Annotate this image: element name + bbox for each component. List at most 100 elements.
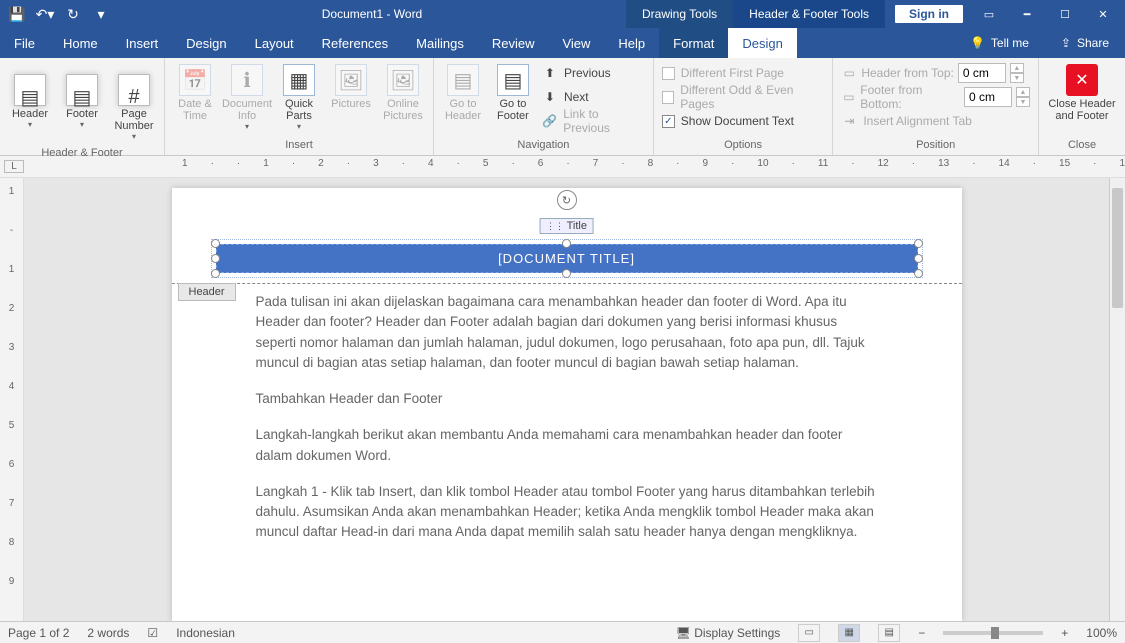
resize-handle[interactable] (914, 254, 923, 263)
scrollbar-thumb[interactable] (1112, 188, 1123, 308)
footer-bottom-input[interactable] (964, 87, 1012, 107)
tab-help[interactable]: Help (604, 28, 659, 58)
tab-file[interactable]: File (0, 28, 49, 58)
tab-review[interactable]: Review (478, 28, 549, 58)
language-status[interactable]: Indonesian (176, 626, 235, 640)
tab-format[interactable]: Format (659, 28, 728, 58)
quick-parts-button[interactable]: ▦Quick Parts▾ (273, 60, 325, 135)
bulb-icon: 💡 (970, 36, 985, 50)
step-up-icon[interactable]: ▲ (1016, 87, 1030, 97)
online-pictures-button[interactable]: 🖼Online Pictures (377, 60, 429, 126)
horizontal-ruler[interactable]: L 1··1·2·3·4·5·6·7·8·9·10·11·12·13·14·15… (0, 156, 1125, 178)
down-arrow-icon: ⬇ (542, 89, 558, 105)
sign-in-button[interactable]: Sign in (895, 5, 963, 23)
tab-design[interactable]: Design (172, 28, 240, 58)
tab-layout[interactable]: Layout (241, 28, 308, 58)
maximize-icon[interactable]: ☐ (1053, 2, 1077, 26)
tab-icon: ⇥ (841, 113, 857, 129)
group-label: Header & Footer (4, 145, 160, 163)
document-info-button[interactable]: ℹDocument Info▾ (221, 60, 273, 135)
tell-me-button[interactable]: 💡Tell me (954, 28, 1045, 58)
rotate-handle-icon[interactable]: ↻ (557, 190, 577, 210)
zoom-out-icon[interactable]: − (918, 626, 925, 640)
share-icon: ⇪ (1061, 36, 1071, 50)
zoom-thumb[interactable] (991, 627, 999, 639)
zoom-level[interactable]: 100% (1086, 626, 1117, 640)
quick-access-toolbar: 💾 ↶▾ ↻ ▾ (0, 0, 118, 28)
link-previous-button: 🔗Link to Previous (542, 110, 645, 132)
proofing-icon[interactable]: ☑ (147, 626, 158, 640)
page[interactable]: ↻ ⋮⋮ Title [DOCUMENT TITLE] Header Pada … (172, 188, 962, 621)
group-header-footer: ▤Header▾ ▤Footer▾ #Page Number▾ Header &… (0, 58, 165, 155)
picture-icon: 🖼 (335, 64, 367, 96)
footer-from-bottom-spinner[interactable]: ▭ Footer from Bottom: ▲▼ (841, 86, 1030, 108)
word-count[interactable]: 2 words (87, 626, 129, 640)
vertical-ruler[interactable]: 1-123456789 (0, 178, 24, 621)
ribbon: ▤Header▾ ▤Footer▾ #Page Number▾ Header &… (0, 58, 1125, 156)
insert-alignment-tab-button: ⇥Insert Alignment Tab (841, 110, 1030, 132)
header-tag[interactable]: Header (178, 283, 236, 301)
paragraph[interactable]: Pada tulisan ini akan dijelaskan bagaima… (256, 292, 878, 373)
page-number-button[interactable]: #Page Number▾ (108, 60, 160, 145)
context-tab-drawing[interactable]: Drawing Tools (626, 0, 733, 28)
document-body[interactable]: Pada tulisan ini akan dijelaskan bagaima… (172, 284, 962, 579)
close-header-footer-button[interactable]: ✕Close Header and Footer (1043, 60, 1121, 126)
resize-handle[interactable] (211, 239, 220, 248)
display-settings-button[interactable]: 🖥 Display Settings (676, 626, 781, 640)
title-shape[interactable]: [DOCUMENT TITLE] (216, 244, 918, 273)
resize-handle[interactable] (914, 239, 923, 248)
tab-references[interactable]: References (308, 28, 402, 58)
page-count[interactable]: Page 1 of 2 (8, 626, 69, 640)
resize-handle[interactable] (211, 269, 220, 278)
header-icon: ▤ (14, 74, 46, 106)
tab-view[interactable]: View (548, 28, 604, 58)
redo-icon[interactable]: ↻ (62, 3, 84, 25)
step-down-icon[interactable]: ▼ (1016, 97, 1030, 107)
title-bar: 💾 ↶▾ ↻ ▾ Document1 - Word Drawing Tools … (0, 0, 1125, 28)
resize-handle[interactable] (211, 254, 220, 263)
resize-handle[interactable] (914, 269, 923, 278)
share-button[interactable]: ⇪Share (1045, 28, 1125, 58)
ribbon-display-icon[interactable]: ▭ (977, 2, 1001, 26)
zoom-in-icon[interactable]: + (1061, 626, 1068, 640)
page-canvas[interactable]: ↻ ⋮⋮ Title [DOCUMENT TITLE] Header Pada … (24, 178, 1109, 621)
zoom-slider[interactable] (943, 631, 1043, 635)
close-window-icon[interactable]: ✕ (1091, 2, 1115, 26)
tab-design-hf[interactable]: Design (728, 28, 796, 58)
paragraph[interactable]: Tambahkan Header dan Footer (256, 389, 878, 409)
quick-parts-icon: ▦ (283, 64, 315, 96)
close-icon: ✕ (1066, 64, 1098, 96)
header-from-top-spinner[interactable]: ▭ Header from Top: ▲▼ (841, 62, 1030, 84)
footer-button[interactable]: ▤Footer▾ (56, 60, 108, 133)
date-time-button[interactable]: 📅Date & Time (169, 60, 221, 126)
resize-handle[interactable] (562, 239, 571, 248)
header-button[interactable]: ▤Header▾ (4, 60, 56, 133)
previous-button[interactable]: ⬆Previous (542, 62, 645, 84)
document-area: 1-123456789 ↻ ⋮⋮ Title [DOCUMENT TITLE] … (0, 178, 1125, 621)
goto-header-button[interactable]: ▤Go to Header (438, 60, 488, 126)
context-tab-header-footer[interactable]: Header & Footer Tools (733, 0, 885, 28)
tab-insert[interactable]: Insert (112, 28, 173, 58)
qat-customize-icon[interactable]: ▾ (90, 3, 112, 25)
group-label: Navigation (438, 137, 649, 155)
undo-icon[interactable]: ↶▾ (34, 3, 56, 25)
goto-footer-button[interactable]: ▤Go to Footer (488, 60, 538, 126)
group-label: Insert (169, 137, 429, 155)
paragraph[interactable]: Langkah 1 - Klik tab Insert, dan klik to… (256, 482, 878, 543)
resize-handle[interactable] (562, 269, 571, 278)
minimize-icon[interactable]: ━ (1015, 2, 1039, 26)
step-down-icon[interactable]: ▼ (1010, 73, 1024, 83)
tab-mailings[interactable]: Mailings (402, 28, 478, 58)
next-button[interactable]: ⬇Next (542, 86, 645, 108)
save-icon[interactable]: 💾 (6, 3, 28, 25)
tab-selector-icon[interactable]: L (4, 160, 24, 173)
pictures-button[interactable]: 🖼Pictures (325, 60, 377, 114)
step-up-icon[interactable]: ▲ (1010, 63, 1024, 73)
show-document-text-checkbox[interactable]: ✓Show Document Text (662, 110, 825, 132)
ribbon-tabs: File Home Insert Design Layout Reference… (0, 28, 1125, 58)
vertical-scrollbar[interactable] (1109, 178, 1125, 621)
content-control-tag[interactable]: ⋮⋮ Title (539, 218, 594, 234)
paragraph[interactable]: Langkah-langkah berikut akan membantu An… (256, 425, 878, 466)
tab-home[interactable]: Home (49, 28, 112, 58)
header-top-input[interactable] (958, 63, 1006, 83)
